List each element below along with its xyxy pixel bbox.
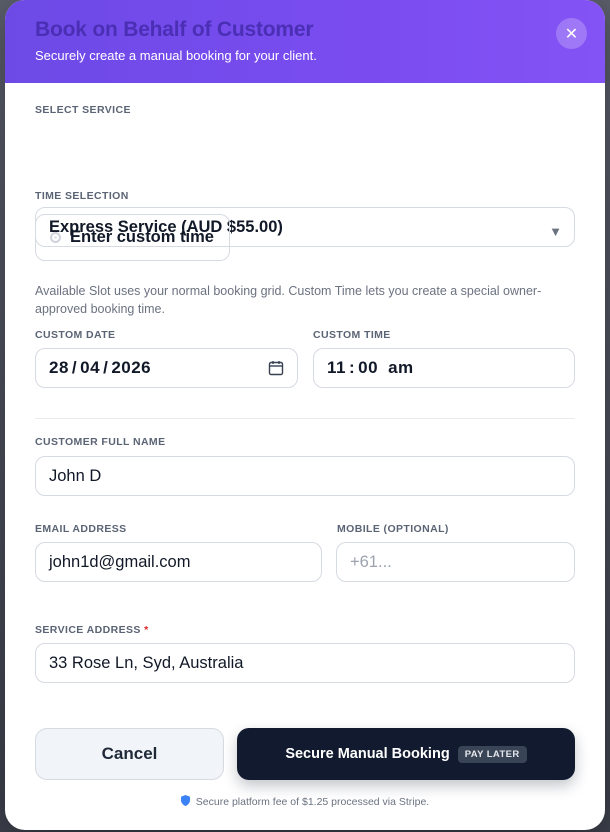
time-separator: : bbox=[348, 358, 356, 377]
footer-note: Secure platform fee of $1.25 processed v… bbox=[5, 795, 605, 809]
mobile-input[interactable]: +61... bbox=[336, 542, 575, 582]
custom-time-option[interactable]: Enter custom time bbox=[35, 214, 230, 261]
custom-time-option-label: Enter custom time bbox=[70, 228, 214, 246]
date-separator: / bbox=[103, 358, 109, 377]
email-value: john1d@gmail.com bbox=[49, 552, 191, 571]
required-marker: * bbox=[144, 624, 149, 636]
date-separator: / bbox=[71, 358, 78, 377]
service-address-input[interactable]: 33 Rose Ln, Syd, Australia bbox=[35, 643, 575, 683]
cancel-button[interactable]: Cancel bbox=[35, 728, 224, 780]
section-divider bbox=[35, 418, 575, 419]
radio-button[interactable] bbox=[50, 232, 61, 243]
close-icon: ✕ bbox=[564, 25, 579, 43]
chevron-down-icon: ▼ bbox=[549, 224, 562, 239]
shield-icon bbox=[180, 795, 190, 809]
cancel-button-label: Cancel bbox=[101, 744, 158, 763]
date-year[interactable]: 2026 bbox=[111, 358, 151, 378]
modal-header: Book on Behalf of Customer Securely crea… bbox=[5, 0, 605, 83]
submit-button-label: Secure Manual Booking bbox=[285, 746, 450, 762]
booking-modal: Book on Behalf of Customer Securely crea… bbox=[5, 0, 605, 830]
customer-name-input[interactable]: John D bbox=[35, 456, 575, 496]
service-address-label-text: SERVICE ADDRESS bbox=[35, 624, 141, 636]
custom-date-input[interactable]: 28 / 04 / 2026 bbox=[35, 348, 298, 388]
custom-date-label: CUSTOM DATE bbox=[35, 329, 116, 341]
service-address-label: SERVICE ADDRESS * bbox=[35, 624, 149, 636]
calendar-icon[interactable] bbox=[268, 360, 284, 376]
pay-later-badge: PAY LATER bbox=[457, 745, 527, 763]
time-selection-label: TIME SELECTION bbox=[35, 190, 129, 202]
date-month[interactable]: 04 bbox=[80, 358, 100, 378]
email-input[interactable]: john1d@gmail.com bbox=[35, 542, 322, 582]
custom-time-label: CUSTOM TIME bbox=[313, 329, 391, 341]
close-button[interactable]: ✕ bbox=[556, 18, 587, 49]
time-period[interactable]: am bbox=[388, 358, 414, 378]
modal-subtitle: Securely create a manual booking for you… bbox=[35, 48, 317, 63]
customer-name-label: CUSTOMER FULL NAME bbox=[35, 436, 166, 448]
mobile-label: MOBILE (OPTIONAL) bbox=[337, 523, 449, 535]
custom-time-input[interactable]: 11 : 00 am bbox=[313, 348, 575, 388]
time-minute[interactable]: 00 bbox=[358, 358, 378, 378]
secure-manual-booking-button[interactable]: Secure Manual Booking PAY LATER bbox=[237, 728, 575, 780]
time-hour[interactable]: 11 bbox=[327, 358, 346, 378]
date-day[interactable]: 28 bbox=[49, 358, 69, 378]
service-label: SELECT SERVICE bbox=[35, 104, 131, 116]
modal-title: Book on Behalf of Customer bbox=[35, 18, 314, 41]
mobile-placeholder: +61... bbox=[350, 552, 392, 571]
time-selection-hint: Available Slot uses your normal booking … bbox=[35, 284, 542, 316]
service-address-value: 33 Rose Ln, Syd, Australia bbox=[49, 653, 244, 672]
footer-note-text: Secure platform fee of $1.25 processed v… bbox=[195, 796, 430, 808]
email-label: EMAIL ADDRESS bbox=[35, 523, 127, 535]
customer-name-value: John D bbox=[49, 466, 102, 485]
